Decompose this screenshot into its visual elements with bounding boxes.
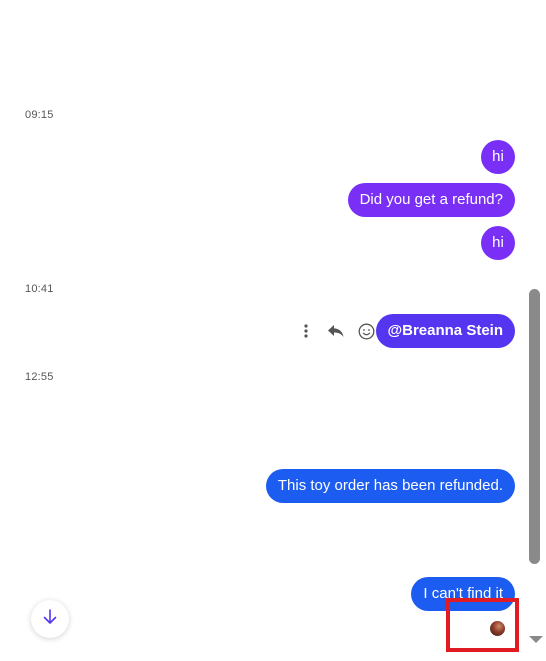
arrow-down-icon	[43, 608, 57, 630]
highlight-box	[446, 598, 519, 652]
scrollbar-thumb[interactable]	[529, 289, 540, 564]
message-bubble[interactable]: Did you get a refund?	[347, 183, 515, 217]
reply-icon[interactable]	[327, 322, 345, 340]
message-bubble[interactable]: hi	[481, 140, 515, 174]
message-actions	[297, 320, 375, 342]
timestamp: 09:15	[25, 109, 54, 121]
timestamp: 10:41	[25, 283, 54, 295]
jump-to-latest-button[interactable]	[31, 600, 69, 638]
chat-window: 09:15 hi Did you get a refund? hi 10:41	[0, 0, 546, 661]
more-vertical-icon[interactable]	[297, 322, 315, 340]
message-bubble[interactable]: hi	[481, 226, 515, 260]
timestamp: 12:55	[25, 371, 54, 383]
scroll-down-arrow-icon[interactable]	[529, 636, 543, 643]
message-bubble[interactable]: This toy order has been refunded.	[265, 469, 515, 503]
mention-bubble[interactable]: @Breanna Stein	[375, 314, 515, 348]
emoji-icon[interactable]	[357, 322, 375, 340]
